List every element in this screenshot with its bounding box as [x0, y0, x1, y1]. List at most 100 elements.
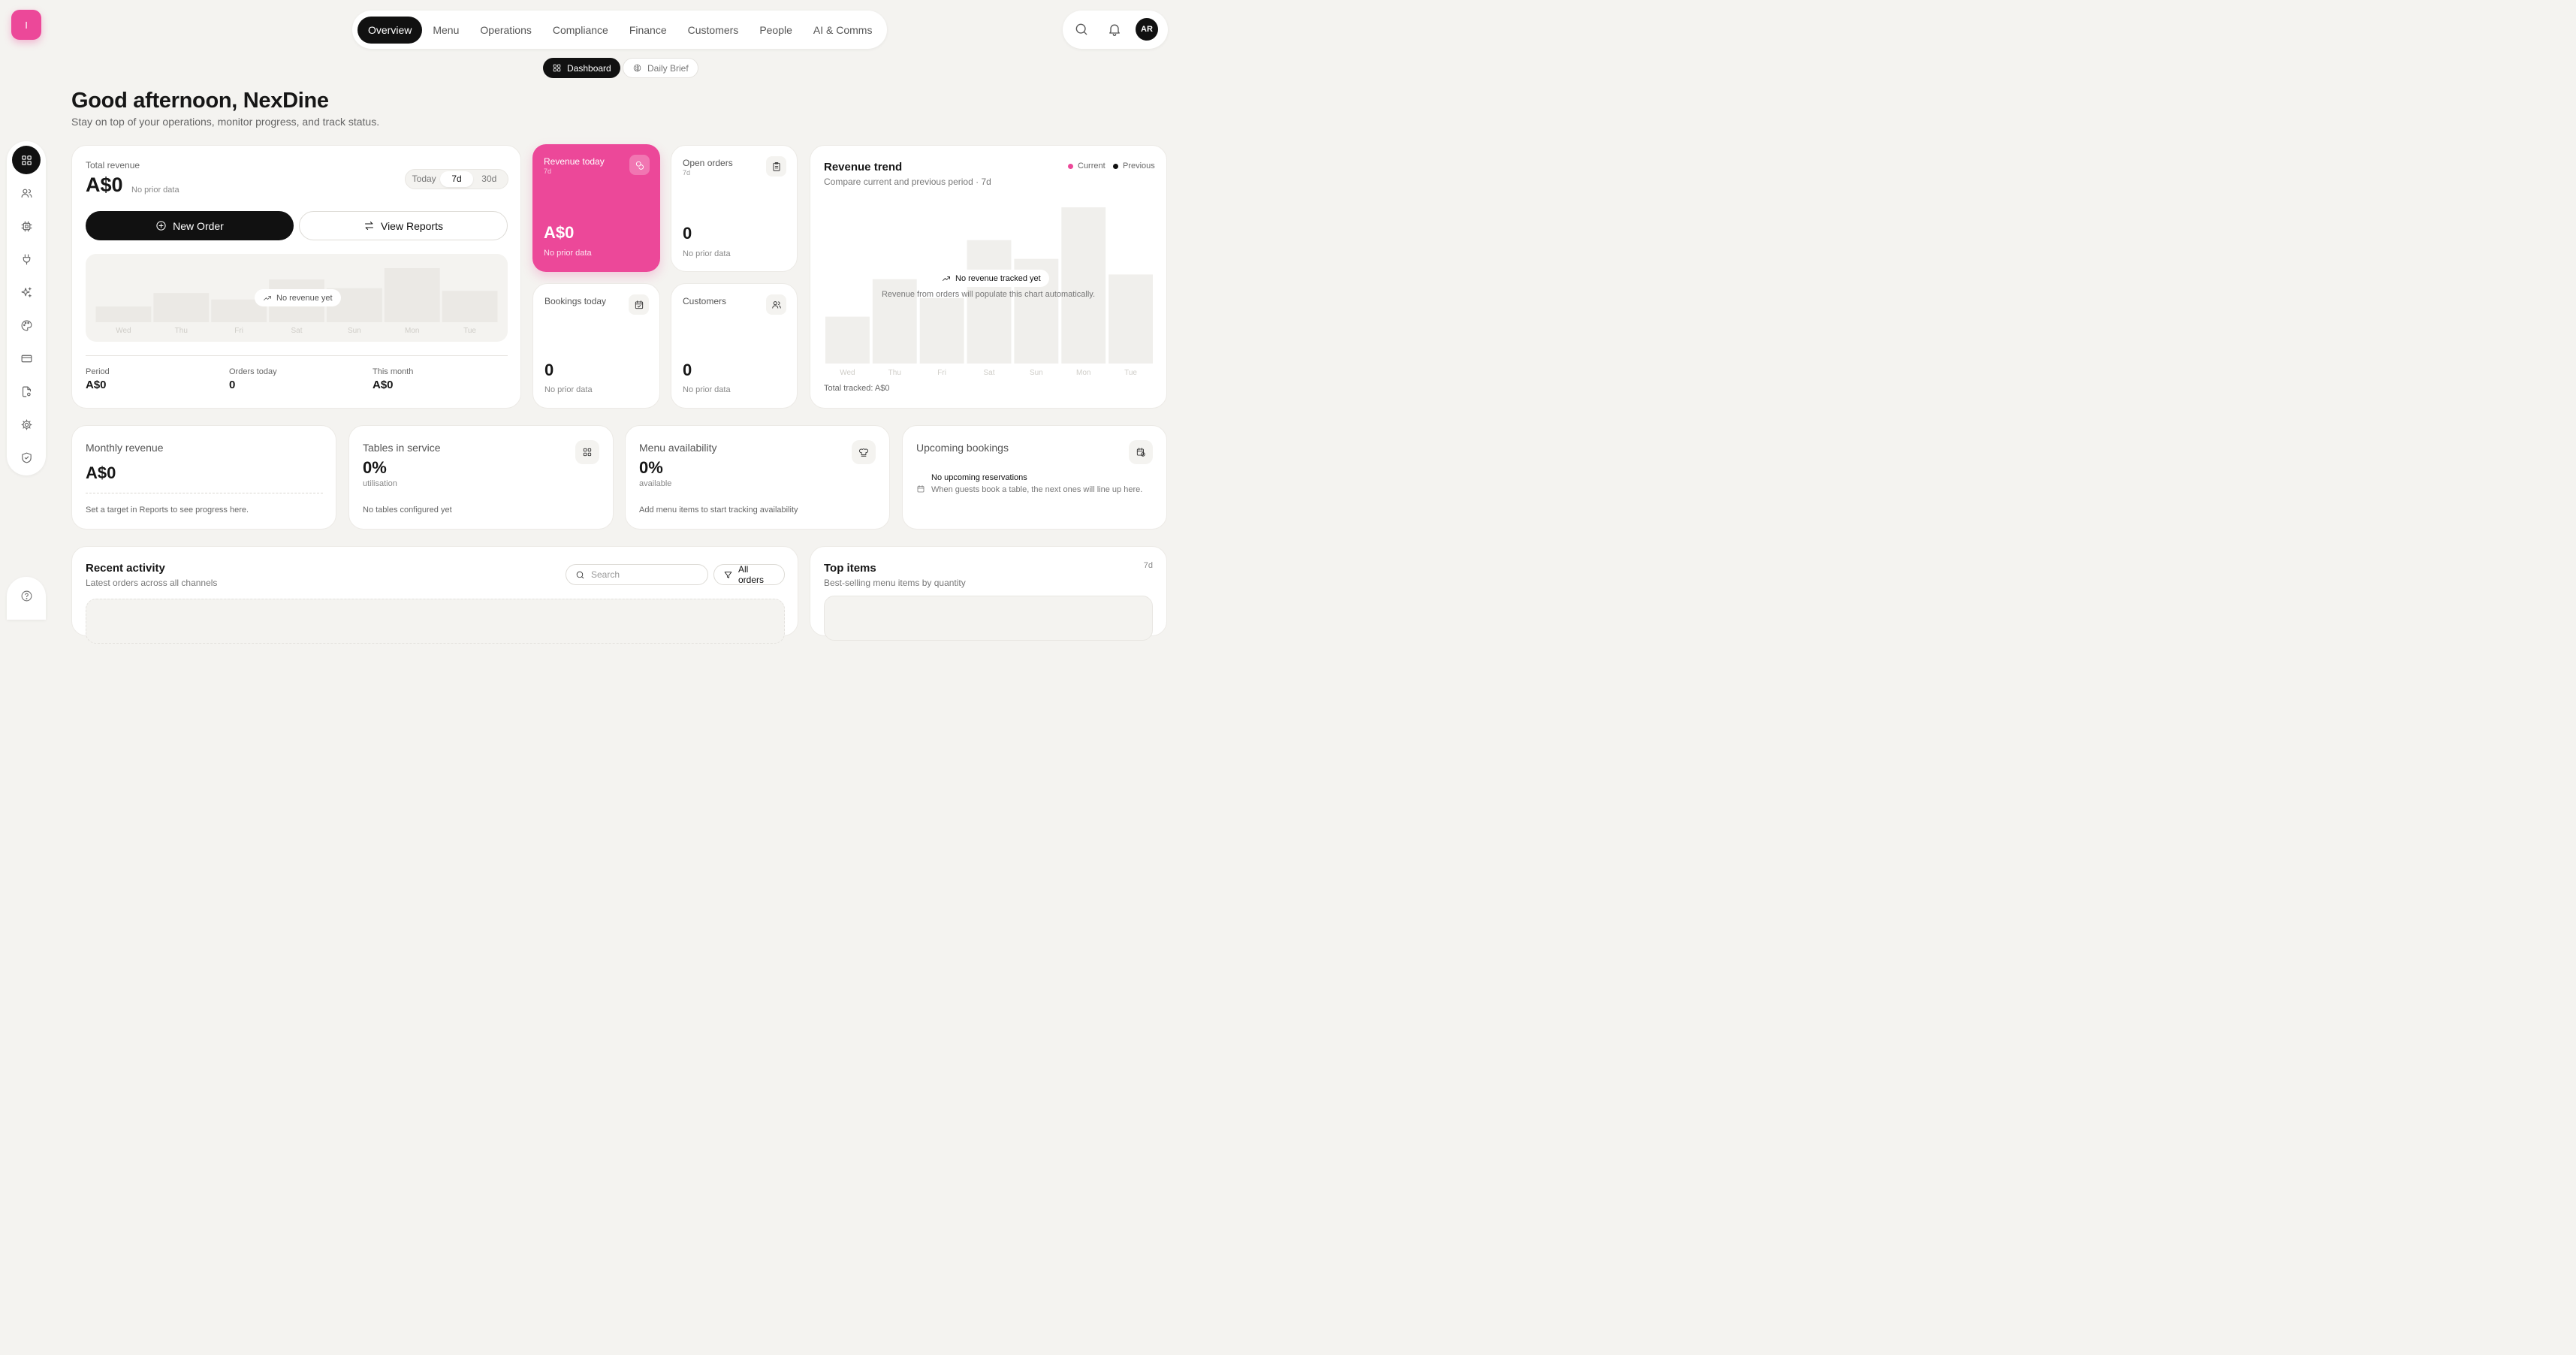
stat-title: Customers — [683, 296, 727, 306]
total-tracked: Total tracked: A$0 — [824, 384, 890, 393]
bell-icon[interactable] — [1107, 22, 1122, 37]
revenue-today-card[interactable]: Revenue today 7d A$0 No prior data — [532, 144, 660, 272]
range-selector: Today 7d 30d — [405, 169, 508, 189]
top-items-placeholder — [824, 596, 1153, 641]
tab-customers[interactable]: Customers — [677, 17, 750, 44]
filter-label: All orders — [738, 564, 765, 585]
sidebar-item-ai[interactable] — [12, 278, 41, 306]
sidebar-item-settings[interactable] — [12, 410, 41, 439]
tab-menu[interactable]: Menu — [422, 17, 469, 44]
empty-subtitle: When guests book a table, the next ones … — [931, 485, 1143, 494]
tab-operations[interactable]: Operations — [469, 17, 541, 44]
new-order-label: New Order — [173, 219, 224, 232]
tick-label: Sun — [348, 327, 361, 335]
stat-icon-wrap — [629, 294, 649, 315]
mini-revenue-chart: Wed Thu Fri Sat Sun Mon Tue No revenue yet — [86, 254, 508, 342]
tick-label: Sat — [291, 327, 302, 335]
range-7d[interactable]: 7d — [440, 171, 473, 187]
card-title: Monthly revenue — [86, 442, 164, 454]
activity-placeholder — [86, 599, 785, 644]
range-today[interactable]: Today — [408, 171, 440, 187]
stat-icon-wrap — [766, 294, 786, 315]
footer-value: A$0 — [373, 379, 394, 391]
card-value: 0% — [639, 458, 663, 477]
footer-period: Period A$0 — [86, 367, 110, 391]
sidebar-item-users[interactable] — [12, 179, 41, 207]
grid-icon — [582, 447, 593, 457]
file-settings-icon — [20, 385, 33, 398]
tick-label: Sun — [1030, 369, 1043, 377]
trend-title: Revenue trend — [824, 161, 903, 174]
card-value: 0% — [363, 458, 387, 477]
brain-icon — [632, 63, 642, 73]
total-revenue-card: Total revenue A$0 No prior data Today 7d… — [71, 145, 521, 409]
card-period: 7d — [1143, 561, 1153, 570]
stat-period: 7d — [683, 169, 691, 177]
swap-icon — [363, 220, 375, 231]
stat-period: 7d — [544, 167, 552, 175]
search-placeholder: Search — [591, 569, 620, 580]
stat-title: Bookings today — [544, 296, 607, 306]
range-30d[interactable]: 30d — [473, 171, 505, 187]
filter-button[interactable]: All orders — [713, 564, 785, 585]
tick-label: Thu — [175, 327, 188, 335]
bookings-today-card[interactable]: Bookings today 0 No prior data — [532, 283, 660, 409]
top-actions: AR — [1063, 11, 1168, 49]
subtab-label: Daily Brief — [647, 62, 689, 74]
new-order-button[interactable]: New Order — [86, 211, 294, 240]
search-input[interactable]: Search — [566, 564, 708, 585]
customers-card[interactable]: Customers 0 No prior data — [671, 283, 798, 409]
footer-value: 0 — [229, 379, 236, 391]
sidebar-item-integrations[interactable] — [12, 245, 41, 273]
sidebar-item-branding[interactable] — [12, 311, 41, 340]
tab-overview[interactable]: Overview — [357, 16, 423, 44]
total-revenue-label: Total revenue — [86, 160, 140, 171]
users-icon — [20, 187, 33, 200]
stat-icon-wrap — [766, 156, 786, 177]
tab-ai-comms[interactable]: AI & Comms — [803, 17, 883, 44]
help-button[interactable] — [7, 577, 46, 620]
sidebar-item-billing[interactable] — [12, 344, 41, 373]
calendar-icon — [916, 484, 925, 493]
trend-up-icon — [942, 274, 951, 283]
app-logo[interactable]: I — [11, 10, 41, 40]
card-unit: available — [639, 479, 672, 488]
stat-value: 0 — [544, 361, 554, 379]
card-icon-wrap — [575, 440, 599, 464]
tab-finance[interactable]: Finance — [619, 17, 677, 44]
legend-previous: Previous — [1113, 161, 1155, 171]
bar-wed — [95, 306, 152, 322]
sidebar-item-security[interactable] — [12, 443, 41, 472]
bar-tue — [1109, 274, 1153, 364]
tab-people[interactable]: People — [749, 17, 803, 44]
stat-sub: No prior data — [683, 249, 731, 258]
view-reports-button[interactable]: View Reports — [299, 211, 508, 240]
footer-this-month: This month A$0 — [373, 367, 413, 391]
tick-label: Mon — [1076, 369, 1090, 377]
search-icon[interactable] — [1074, 22, 1089, 37]
card-title: Recent activity — [86, 562, 165, 575]
sidebar-item-dashboard[interactable] — [12, 146, 41, 174]
footer-label: Orders today — [229, 367, 277, 376]
open-orders-card[interactable]: Open orders 7d 0 No prior data — [671, 145, 798, 272]
sidebar-item-chip[interactable] — [12, 212, 41, 240]
tick-label: Fri — [937, 369, 946, 377]
grid-icon — [552, 63, 562, 73]
bar-wed — [825, 316, 870, 364]
chip-icon — [20, 220, 33, 233]
tab-compliance[interactable]: Compliance — [542, 17, 619, 44]
plus-circle-icon — [155, 220, 167, 231]
shield-check-icon — [20, 451, 33, 464]
bar-thu — [153, 293, 210, 322]
empty-title: No upcoming reservations — [931, 473, 1027, 482]
avatar[interactable]: AR — [1136, 18, 1158, 41]
stat-value: 0 — [683, 224, 692, 243]
footer-label: Period — [86, 367, 110, 376]
subtab-dashboard[interactable]: Dashboard — [543, 58, 620, 78]
legend-dot — [1113, 163, 1118, 169]
filter-icon — [723, 570, 733, 580]
subtab-daily-brief[interactable]: Daily Brief — [623, 58, 698, 78]
stat-title: Revenue today — [544, 156, 605, 167]
sidebar-item-documents[interactable] — [12, 377, 41, 406]
calendar-clock-icon — [1136, 447, 1146, 457]
